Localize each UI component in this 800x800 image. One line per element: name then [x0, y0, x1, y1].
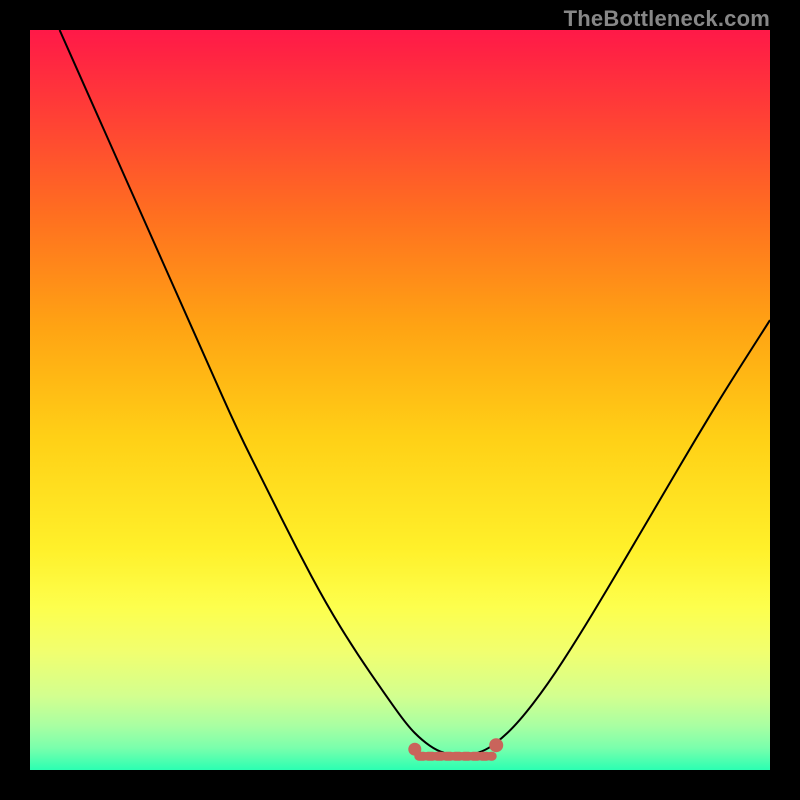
- highlight-end-marker: [489, 738, 503, 752]
- gradient-background: [30, 30, 770, 770]
- watermark-text: TheBottleneck.com: [564, 6, 770, 32]
- plot-area: [30, 30, 770, 770]
- plot-svg: [30, 30, 770, 770]
- chart-frame: TheBottleneck.com: [0, 0, 800, 800]
